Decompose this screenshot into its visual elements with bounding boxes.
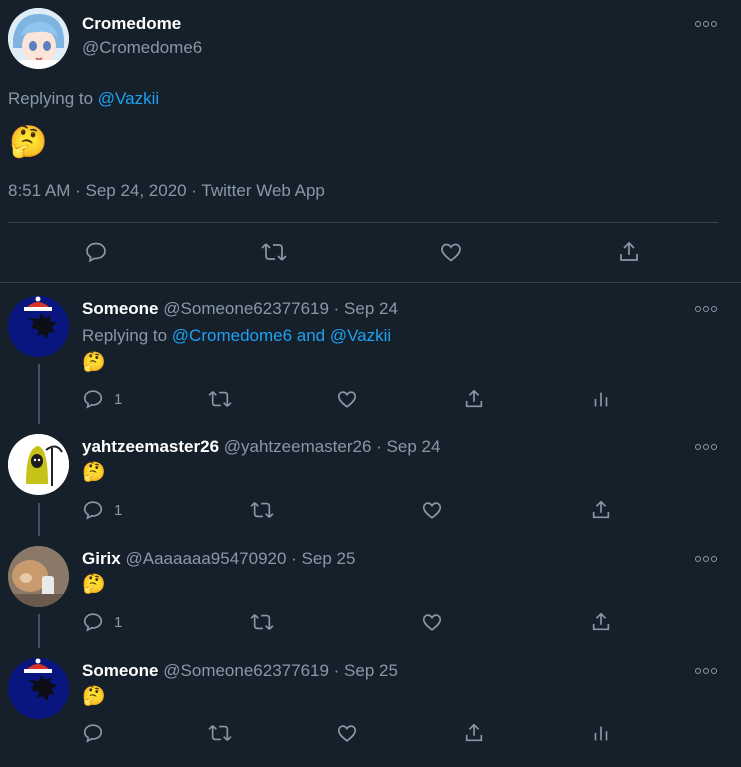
timestamp-divider [8,222,718,223]
avatar-yahtzeemaster26[interactable] [8,434,69,495]
like-icon [422,614,442,631]
reply-3-emoji: 🤔 [82,574,106,595]
like-icon [441,243,461,262]
share-button[interactable] [590,611,612,633]
share-button[interactable] [617,240,641,264]
like-button[interactable] [421,611,443,633]
avatar-cromedome[interactable] [8,8,69,69]
retweet-icon [208,725,232,741]
share-icon [620,241,638,261]
retweet-icon [250,502,274,518]
retweet-icon [250,614,274,630]
reply-button[interactable] [84,240,108,264]
retweet-button[interactable] [249,611,275,633]
reply-button[interactable]: 1 [82,611,122,633]
avatar-image [8,658,69,719]
avatar-image [8,8,69,69]
retweet-button[interactable] [207,388,233,410]
thread-line [38,364,40,424]
reply-4-emoji: 🤔 [82,686,106,707]
reply-1-name[interactable]: Someone [82,299,159,318]
avatar-image [8,296,69,357]
share-icon [465,389,483,408]
tweet-emoji: 🤔 [9,124,48,159]
reply-icon [83,501,103,520]
like-button[interactable] [336,388,358,410]
thread-line [38,503,40,536]
like-icon [337,391,357,408]
avatar-someone[interactable] [8,296,69,357]
replying-to-line: Replying to @Vazkii [8,89,159,109]
retweet-button[interactable] [260,240,288,264]
reply-count: 1 [114,501,123,519]
reply-4-name[interactable]: Someone [82,661,159,680]
replying-to-link[interactable]: @Vazkii [98,89,159,108]
like-button[interactable] [336,722,358,744]
reply-3-meta[interactable]: @Aaaaaaa95470920 · Sep 25 [125,549,355,568]
avatar-girix[interactable] [8,546,69,607]
avatar-image [8,434,69,495]
retweet-icon [261,243,287,261]
reply-4-meta[interactable]: @Someone62377619 · Sep 25 [163,661,398,680]
retweet-icon [208,391,232,407]
reply-3-name[interactable]: Girix [82,549,121,568]
reply-count: 1 [114,613,123,631]
reply-button[interactable]: 1 [82,388,122,410]
reply-1-header: Someone @Someone62377619 · Sep 24 [82,299,398,319]
like-button[interactable] [439,240,463,264]
replying-to-prefix: Replying to [82,326,168,345]
reply-icon [83,724,103,743]
more-icon[interactable] [695,440,717,454]
retweet-button[interactable] [207,722,233,744]
more-icon[interactable] [695,17,717,31]
reply-button[interactable] [82,722,104,744]
more-icon[interactable] [695,552,717,566]
tweet-timestamp[interactable]: 8:51 AM · Sep 24, 2020 · Twitter Web App [8,181,325,201]
reply-2-emoji: 🤔 [82,462,106,483]
reply-icon [83,613,103,632]
like-icon [337,725,357,742]
avatar-someone[interactable] [8,658,69,719]
like-icon [422,502,442,519]
reply-1-emoji: 🤔 [82,352,106,373]
share-button[interactable] [463,388,485,410]
more-icon[interactable] [695,302,717,316]
reply-2-header: yahtzeemaster26 @yahtzeemaster26 · Sep 2… [82,437,440,457]
share-icon [465,723,483,742]
like-button[interactable] [421,499,443,521]
share-icon [592,612,610,631]
reply-2-name[interactable]: yahtzeemaster26 [82,437,219,456]
analytics-button[interactable] [590,722,612,744]
reply-2-meta[interactable]: @yahtzeemaster26 · Sep 24 [224,437,441,456]
analytics-icon [594,392,608,407]
avatar-image [8,546,69,607]
more-icon[interactable] [695,664,717,678]
author-name[interactable]: Cromedome [82,14,181,34]
main-tweet-divider [0,282,741,283]
replying-to-link[interactable]: @Cromedome6 and @Vazkii [172,326,391,345]
author-handle[interactable]: @Cromedome6 [82,38,202,58]
analytics-button[interactable] [590,388,612,410]
reply-1-meta[interactable]: @Someone62377619 · Sep 24 [163,299,398,318]
replying-to-prefix: Replying to [8,89,94,108]
share-icon [592,500,610,519]
analytics-icon [594,726,608,741]
reply-button[interactable]: 1 [82,499,122,521]
reply-3-header: Girix @Aaaaaaa95470920 · Sep 25 [82,549,355,569]
reply-icon [86,242,106,263]
reply-4-header: Someone @Someone62377619 · Sep 25 [82,661,398,681]
share-button[interactable] [463,722,485,744]
reply-icon [83,390,103,409]
reply-count: 1 [114,390,123,408]
reply-1-replying-to-line: Replying to @Cromedome6 and @Vazkii [82,326,391,346]
retweet-button[interactable] [249,499,275,521]
thread-line [38,614,40,648]
share-button[interactable] [590,499,612,521]
